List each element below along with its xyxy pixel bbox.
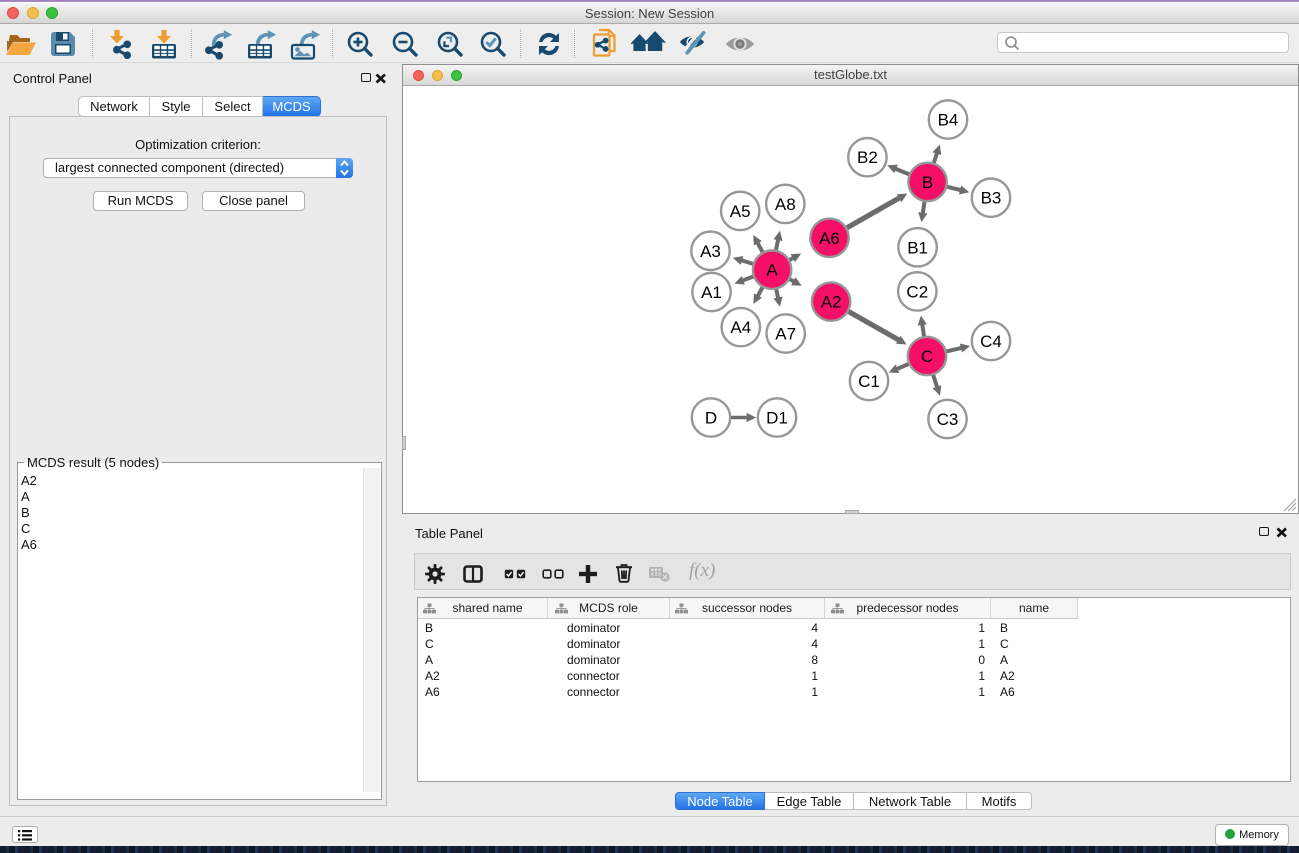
svg-text:B4: B4: [938, 111, 959, 130]
svg-text:B2: B2: [857, 148, 878, 167]
svg-text:D1: D1: [766, 409, 788, 428]
svg-text:B1: B1: [907, 238, 928, 257]
svg-text:A6: A6: [819, 229, 840, 248]
svg-text:A8: A8: [775, 195, 796, 214]
svg-text:C4: C4: [980, 332, 1002, 351]
svg-text:D: D: [705, 409, 717, 428]
svg-text:A5: A5: [730, 202, 751, 221]
svg-text:A4: A4: [730, 318, 751, 337]
svg-text:A: A: [766, 261, 778, 280]
svg-text:C2: C2: [906, 282, 928, 301]
svg-text:B3: B3: [981, 189, 1002, 208]
svg-text:C: C: [921, 347, 933, 366]
svg-text:B: B: [922, 173, 933, 192]
svg-text:A7: A7: [775, 325, 796, 344]
svg-text:A2: A2: [821, 293, 842, 312]
svg-text:A1: A1: [701, 283, 722, 302]
svg-text:A3: A3: [700, 242, 721, 261]
svg-text:C3: C3: [937, 410, 959, 429]
svg-text:C1: C1: [858, 372, 880, 391]
